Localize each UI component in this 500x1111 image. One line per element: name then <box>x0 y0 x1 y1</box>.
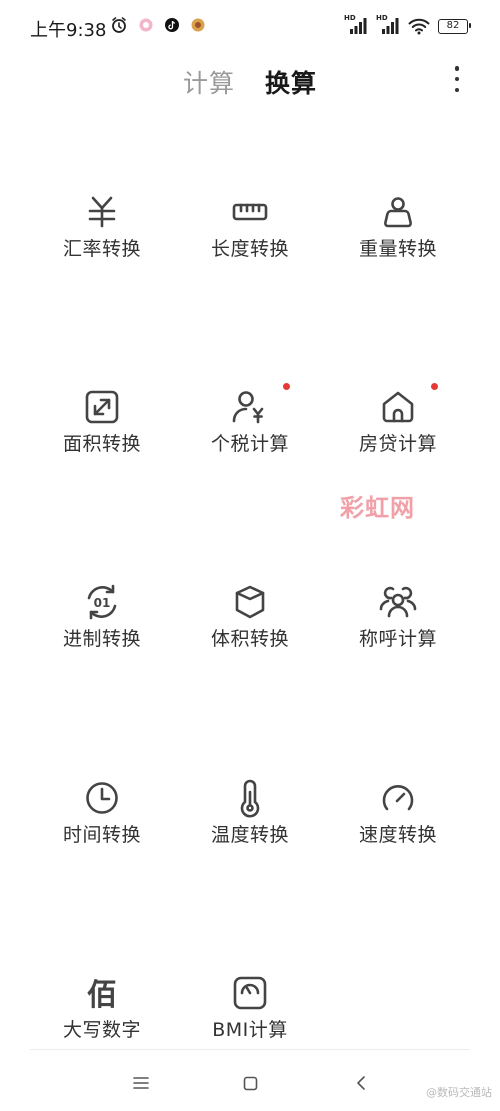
scale-icon <box>230 973 270 1013</box>
wifi-icon <box>408 18 430 35</box>
item-label: 大写数字 <box>62 1019 141 1041</box>
status-notification-icons <box>110 16 206 34</box>
binary-icon: 01 <box>82 582 122 622</box>
header: 计算 换算 <box>0 52 500 108</box>
status-time: 上午9:38 <box>30 20 107 41</box>
clock-icon <box>82 778 122 818</box>
more-menu-button[interactable] <box>452 66 462 92</box>
status-system-icons: HD HD 82 <box>344 14 471 35</box>
status-bar: 上午9:38 HD HD 82 <box>0 0 500 52</box>
item-label: 个税计算 <box>210 433 289 455</box>
watermark-text: 彩虹网 <box>340 494 415 522</box>
item-mortgage[interactable]: 房贷计算 <box>323 383 473 487</box>
footer-watermark: @数码交通站 <box>426 1086 492 1099</box>
menu-lines-icon <box>133 1077 149 1089</box>
item-length[interactable]: 长度转换 <box>175 192 325 292</box>
item-income-tax[interactable]: 个税计算 <box>175 383 325 487</box>
item-temperature[interactable]: 温度转换 <box>175 778 325 878</box>
relatives-icon <box>378 582 418 622</box>
house-icon <box>378 387 418 427</box>
item-label: 温度转换 <box>210 824 289 846</box>
item-label: 重量转换 <box>358 238 437 260</box>
more-vertical-icon <box>454 66 460 71</box>
ruler-icon <box>230 192 270 232</box>
notification-badge <box>431 383 438 390</box>
home-button[interactable] <box>235 1068 265 1098</box>
hd-label-1: HD <box>344 14 356 22</box>
bottom-divider <box>30 1049 470 1050</box>
tiktok-icon <box>165 18 179 32</box>
item-speed[interactable]: 速度转换 <box>323 778 473 878</box>
item-time[interactable]: 时间转换 <box>27 778 177 878</box>
item-number-base[interactable]: 01 进制转换 <box>27 582 177 682</box>
item-label: 长度转换 <box>210 238 289 260</box>
item-label: 时间转换 <box>62 824 141 846</box>
alarm-icon <box>112 17 126 33</box>
thermometer-icon <box>230 778 270 818</box>
weight-icon <box>378 192 418 232</box>
cube-icon <box>230 582 270 622</box>
tab-convert[interactable]: 换算 <box>265 64 317 100</box>
system-nav-bar: @数码交通站 <box>0 1060 500 1111</box>
back-button[interactable] <box>346 1068 376 1098</box>
signal-icon: HD <box>344 14 368 35</box>
recents-button[interactable] <box>126 1068 156 1098</box>
svg-text:01: 01 <box>94 596 111 610</box>
item-label: 进制转换 <box>62 628 141 650</box>
back-chevron-icon <box>357 1076 365 1090</box>
signal-icon-2: HD <box>376 14 400 35</box>
speedometer-icon <box>378 778 418 818</box>
tab-calculate[interactable]: 计算 <box>183 64 235 100</box>
app-notify-icon-2 <box>191 18 205 32</box>
home-square-icon <box>243 1076 257 1090</box>
area-icon <box>82 387 122 427</box>
notification-badge <box>283 383 290 390</box>
item-kinship[interactable]: 称呼计算 <box>323 582 473 682</box>
item-weight[interactable]: 重量转换 <box>323 192 473 292</box>
item-chinese-numerals[interactable]: 佰 大写数字 <box>27 973 177 1073</box>
item-label: 房贷计算 <box>358 433 437 455</box>
chinese-numeral-icon: 佰 <box>82 973 122 1013</box>
item-label: 面积转换 <box>62 433 141 455</box>
hd-label-2: HD <box>376 14 388 22</box>
item-currency[interactable]: 汇率转换 <box>27 192 177 292</box>
item-label: 速度转换 <box>358 824 437 846</box>
app-notify-icon <box>139 18 153 32</box>
tax-person-icon <box>230 387 270 427</box>
item-bmi[interactable]: BMI计算 <box>175 973 325 1073</box>
item-label: 称呼计算 <box>358 628 437 650</box>
item-volume[interactable]: 体积转换 <box>175 582 325 682</box>
item-label: 体积转换 <box>210 628 289 650</box>
item-area[interactable]: 面积转换 <box>27 387 177 487</box>
battery-icon: 82 <box>438 18 471 34</box>
chinese-numeral-glyph: 佰 <box>87 978 117 1013</box>
item-label: 汇率转换 <box>62 238 141 260</box>
item-label: BMI计算 <box>212 1019 288 1041</box>
currency-yuan-icon <box>82 192 122 232</box>
